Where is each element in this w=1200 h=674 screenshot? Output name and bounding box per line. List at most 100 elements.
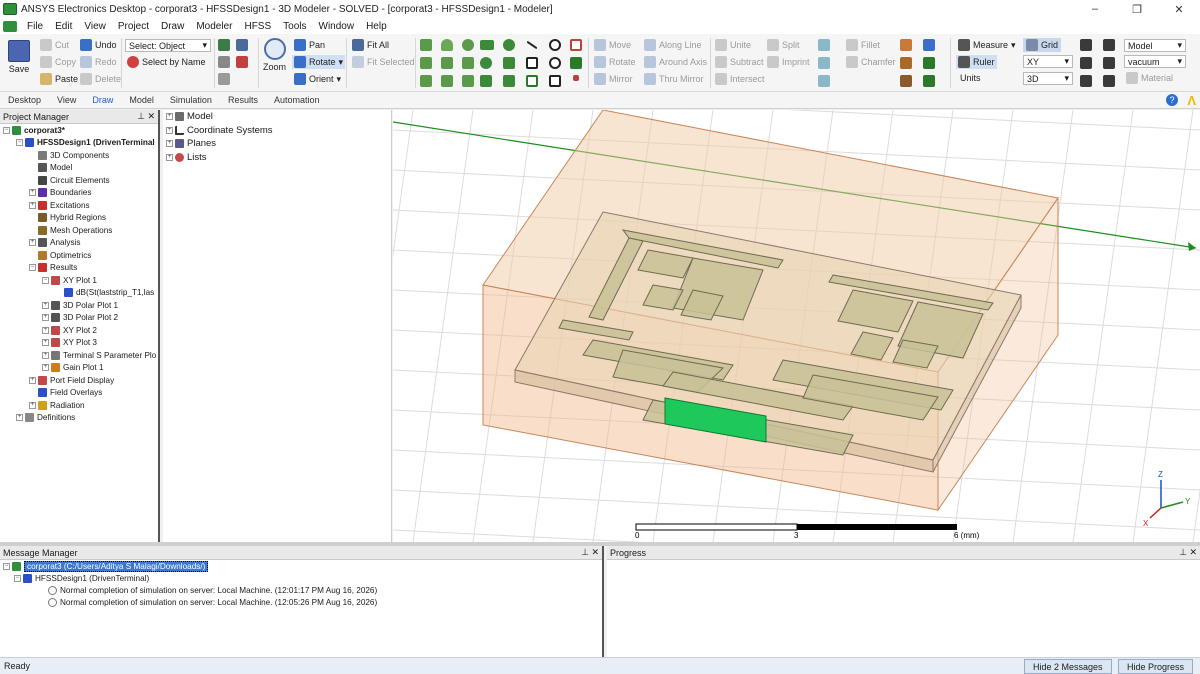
expand-toggle-icon[interactable]: + <box>42 326 49 334</box>
redo-button[interactable]: Redo <box>80 56 117 68</box>
project-tree-item[interactable]: + Radiation <box>0 399 158 412</box>
zoom-button[interactable]: Zoom <box>263 38 286 72</box>
rotate-object-button[interactable]: Rotate <box>594 56 636 68</box>
grid-plane-icon[interactable] <box>923 57 935 69</box>
project-tree-item[interactable]: − corporat3* <box>0 124 158 137</box>
menu-view[interactable]: View <box>78 21 112 32</box>
tab-automation[interactable]: Automation <box>266 92 328 109</box>
duplicate-thru-mirror-button[interactable]: Thru Mirror <box>644 73 704 85</box>
cylinder-icon[interactable] <box>441 39 453 51</box>
tree-item-lists[interactable]: + Lists <box>163 151 391 165</box>
tab-draw[interactable]: Draw <box>84 92 121 109</box>
expand-toggle-icon[interactable]: − <box>16 139 23 147</box>
project-tree-item[interactable]: − XY Plot 1 <box>0 274 158 287</box>
plane-icon[interactable] <box>573 75 579 81</box>
expand-toggle-icon[interactable]: + <box>29 376 36 384</box>
expand-toggle-icon[interactable]: − <box>42 276 49 284</box>
expand-toggle-icon[interactable]: + <box>16 414 23 422</box>
project-tree-item[interactable]: + Boundaries <box>0 187 158 200</box>
panel-pin-close[interactable]: ⊥ ✕ <box>137 111 155 122</box>
subtract-button[interactable]: Subtract <box>715 56 764 68</box>
history-icon[interactable] <box>900 75 912 87</box>
expand-toggle-icon[interactable]: + <box>29 401 36 409</box>
units-button[interactable]: Units <box>960 73 981 83</box>
material-icon[interactable] <box>900 39 912 51</box>
expand-toggle-icon[interactable]: − <box>29 264 36 272</box>
menu-help[interactable]: Help <box>360 21 393 32</box>
cut-button[interactable]: Cut <box>40 39 69 51</box>
minimize-button[interactable]: – <box>1074 0 1116 18</box>
expand-toggle-icon[interactable]: + <box>29 239 36 247</box>
fillet-button[interactable]: Fillet <box>846 39 880 51</box>
tab-view[interactable]: View <box>49 92 84 109</box>
close-button[interactable]: ✕ <box>1158 0 1200 18</box>
tab-results[interactable]: Results <box>220 92 266 109</box>
helix-icon[interactable] <box>462 57 474 69</box>
pan-button[interactable]: Pan <box>294 39 325 51</box>
project-tree-item[interactable]: + Excitations <box>0 199 158 212</box>
duplicate-around-axis-button[interactable]: Around Axis <box>644 56 707 68</box>
expand-icon[interactable]: + <box>166 140 173 148</box>
expand-icon[interactable]: + <box>166 113 173 121</box>
shaded-view-icon[interactable] <box>1103 57 1115 69</box>
help-icon[interactable]: ? <box>1166 94 1178 106</box>
select-mode-dropdown[interactable]: Select: Object ▾ <box>125 39 211 52</box>
expand-toggle-icon[interactable]: + <box>42 364 49 372</box>
message-row[interactable]: Normal completion of simulation on serve… <box>0 584 602 596</box>
split-button[interactable]: Split <box>767 39 800 51</box>
fit-all-button[interactable]: Fit All <box>352 39 389 51</box>
coordinate-icon[interactable] <box>923 39 935 51</box>
collapse-icon[interactable]: − <box>14 574 21 582</box>
spline-icon[interactable] <box>526 57 538 69</box>
menu-edit[interactable]: Edit <box>49 21 78 32</box>
tab-desktop[interactable]: Desktop <box>0 92 49 109</box>
menu-tools[interactable]: Tools <box>277 21 312 32</box>
wireframe-view-icon[interactable] <box>1080 57 1092 69</box>
project-tree-item[interactable]: + XY Plot 2 <box>0 324 158 337</box>
dimension-dropdown[interactable]: 3D ▾ <box>1023 72 1073 85</box>
tab-simulation[interactable]: Simulation <box>162 92 220 109</box>
message-design-row[interactable]: − HFSSDesign1 (DrivenTerminal) <box>0 572 602 584</box>
expand-toggle-icon[interactable]: + <box>29 189 36 197</box>
mirror-button[interactable]: Mirror <box>594 73 633 85</box>
hide-progress-button[interactable]: Hide Progress <box>1118 659 1194 674</box>
menu-file[interactable]: File <box>21 21 49 32</box>
project-tree-item[interactable]: +3D Polar Plot 1 <box>0 299 158 312</box>
select-by-name-button[interactable]: Select by Name <box>127 56 206 68</box>
transparent-view-icon[interactable] <box>1103 39 1115 51</box>
duplicate-along-line-button[interactable]: Along Line <box>644 39 702 51</box>
project-tree-item[interactable]: +3D Polar Plot 2 <box>0 312 158 325</box>
rotate-view-button[interactable]: Rotate ▾ <box>292 55 346 69</box>
equation-curve-icon[interactable] <box>526 75 538 87</box>
view-edge-button[interactable] <box>218 56 230 68</box>
ruler-button[interactable]: Ruler <box>956 55 997 69</box>
chamfer-button[interactable]: Chamfer <box>846 56 896 68</box>
arc-center-icon[interactable] <box>549 57 561 69</box>
polygon-icon[interactable] <box>503 57 515 69</box>
box-icon[interactable] <box>420 39 432 51</box>
arc-icon[interactable] <box>549 39 561 51</box>
fit-selected-button[interactable]: Fit Selected <box>352 56 415 68</box>
panel-pin-close[interactable]: ⊥ ✕ <box>581 547 599 558</box>
copy-button[interactable]: Copy <box>40 56 76 68</box>
tree-item-planes[interactable]: + Planes <box>163 137 391 151</box>
sphere-icon[interactable] <box>462 39 474 51</box>
polyline-icon[interactable] <box>549 75 561 87</box>
torus-icon[interactable] <box>441 57 453 69</box>
cover-icon[interactable] <box>818 75 830 87</box>
viewport-canvas[interactable]: 0 3 6 (mm) Z Y X <box>393 110 1200 542</box>
expand-toggle-icon[interactable]: + <box>42 301 49 309</box>
message-row[interactable]: Normal completion of simulation on serve… <box>0 596 602 608</box>
orient-button[interactable]: Orient ▾ <box>294 73 341 85</box>
expand-toggle-icon[interactable]: + <box>42 351 49 359</box>
hide-messages-button[interactable]: Hide 2 Messages <box>1024 659 1112 674</box>
project-tree-item[interactable]: dB(St(laststrip_T1,las <box>0 287 158 300</box>
ellipse-icon[interactable] <box>503 39 515 51</box>
pencil-icon[interactable] <box>900 57 912 69</box>
project-tree-item[interactable]: Mesh Operations <box>0 224 158 237</box>
project-tree-item[interactable]: + Gain Plot 1 <box>0 362 158 375</box>
menu-window[interactable]: Window <box>313 21 361 32</box>
project-tree-item[interactable]: Model <box>0 162 158 175</box>
rectangle-icon[interactable] <box>480 40 494 50</box>
maximize-button[interactable]: ❐ <box>1116 0 1158 18</box>
